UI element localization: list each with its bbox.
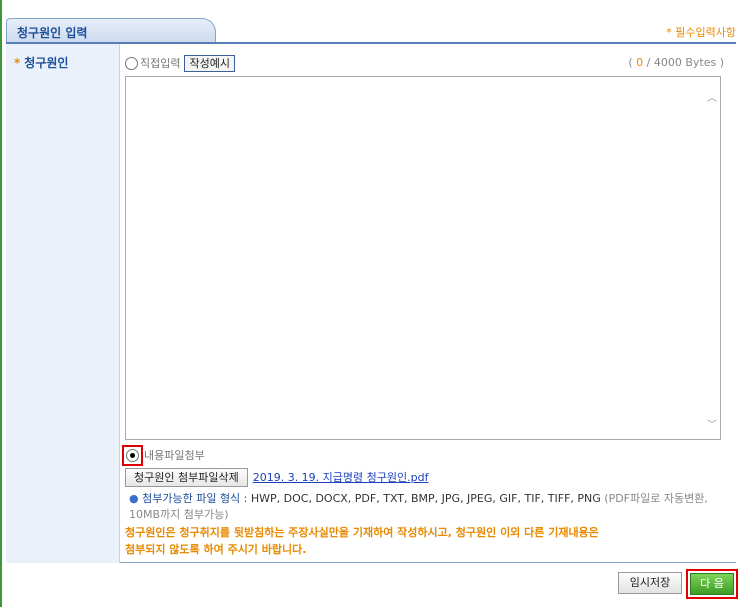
- section-header: 청구원인 입력 * 필수입력사항: [6, 18, 736, 44]
- chevron-down-icon[interactable]: ﹀: [707, 416, 717, 431]
- example-button[interactable]: 작성예시: [184, 54, 235, 72]
- chevron-up-icon[interactable]: ︿: [707, 89, 717, 104]
- textarea-scrollbar[interactable]: ︿ ﹀: [703, 77, 720, 439]
- claim-reason-textarea[interactable]: ︿ ﹀: [125, 76, 721, 440]
- byte-counter: ( 0 / 4000 Bytes ): [628, 56, 724, 69]
- temp-save-button[interactable]: 임시저장: [618, 572, 682, 594]
- file-attach-radio[interactable]: [126, 448, 139, 462]
- direct-input-label[interactable]: 직접입력: [140, 55, 180, 71]
- content-cell: 직접입력 작성예시 ( 0 / 4000 Bytes ) ︿ ﹀ 내용파일첨부 …: [121, 44, 736, 563]
- byte-counter-open: (: [628, 56, 637, 69]
- file-attach-label[interactable]: 내용파일첨부: [144, 447, 205, 463]
- warning-line-1: 청구원인은 청구취지를 뒷받침하는 주장사실만을 기재하여 작성하시고, 청구원…: [125, 526, 599, 539]
- formats-list: HWP, DOC, DOCX, PDF, TXT, BMP, JPG, JPEG…: [247, 492, 601, 505]
- required-marker: *: [14, 56, 21, 70]
- direct-input-radio[interactable]: [125, 56, 138, 70]
- next-button-highlight: 다 음: [686, 569, 738, 599]
- claim-reason-row: * 청구원인 직접입력 작성예시 ( 0 / 4000 Bytes ) ︿ ﹀ 내…: [6, 44, 736, 563]
- field-label: * 청구원인: [14, 54, 68, 71]
- label-cell: * 청구원인: [6, 44, 120, 563]
- bullet-icon: ●: [129, 492, 139, 505]
- file-attach-radio-highlight: [122, 444, 143, 466]
- delete-attachment-button[interactable]: 청구원인 첨부파일삭제: [125, 467, 248, 487]
- next-button[interactable]: 다 음: [690, 573, 734, 595]
- attached-file-link[interactable]: 2019. 3. 19. 지급명령 청구원인.pdf: [253, 469, 429, 485]
- warning-message: 청구원인은 청구취지를 뒷받침하는 주장사실만을 기재하여 작성하시고, 청구원…: [125, 524, 725, 558]
- section-title: 청구원인 입력: [17, 26, 88, 40]
- direct-input-option: 직접입력 작성예시: [125, 54, 235, 72]
- section-tab: 청구원인 입력: [6, 18, 216, 43]
- allowed-formats-info: ● 첨부가능한 파일 형식 : HWP, DOC, DOCX, PDF, TXT…: [129, 491, 729, 523]
- field-label-text: 청구원인: [24, 56, 69, 70]
- required-note: * 필수입력사항: [666, 26, 736, 39]
- file-attach-option: 내용파일첨부: [122, 444, 205, 466]
- byte-counter-rest: / 4000 Bytes ): [643, 56, 724, 69]
- attached-file-row: 청구원인 첨부파일삭제 2019. 3. 19. 지급명령 청구원인.pdf: [125, 467, 428, 487]
- formats-title: 첨부가능한 파일 형식 :: [142, 492, 248, 505]
- warning-line-2: 첨부되지 않도록 하여 주시기 바랍니다.: [125, 543, 307, 556]
